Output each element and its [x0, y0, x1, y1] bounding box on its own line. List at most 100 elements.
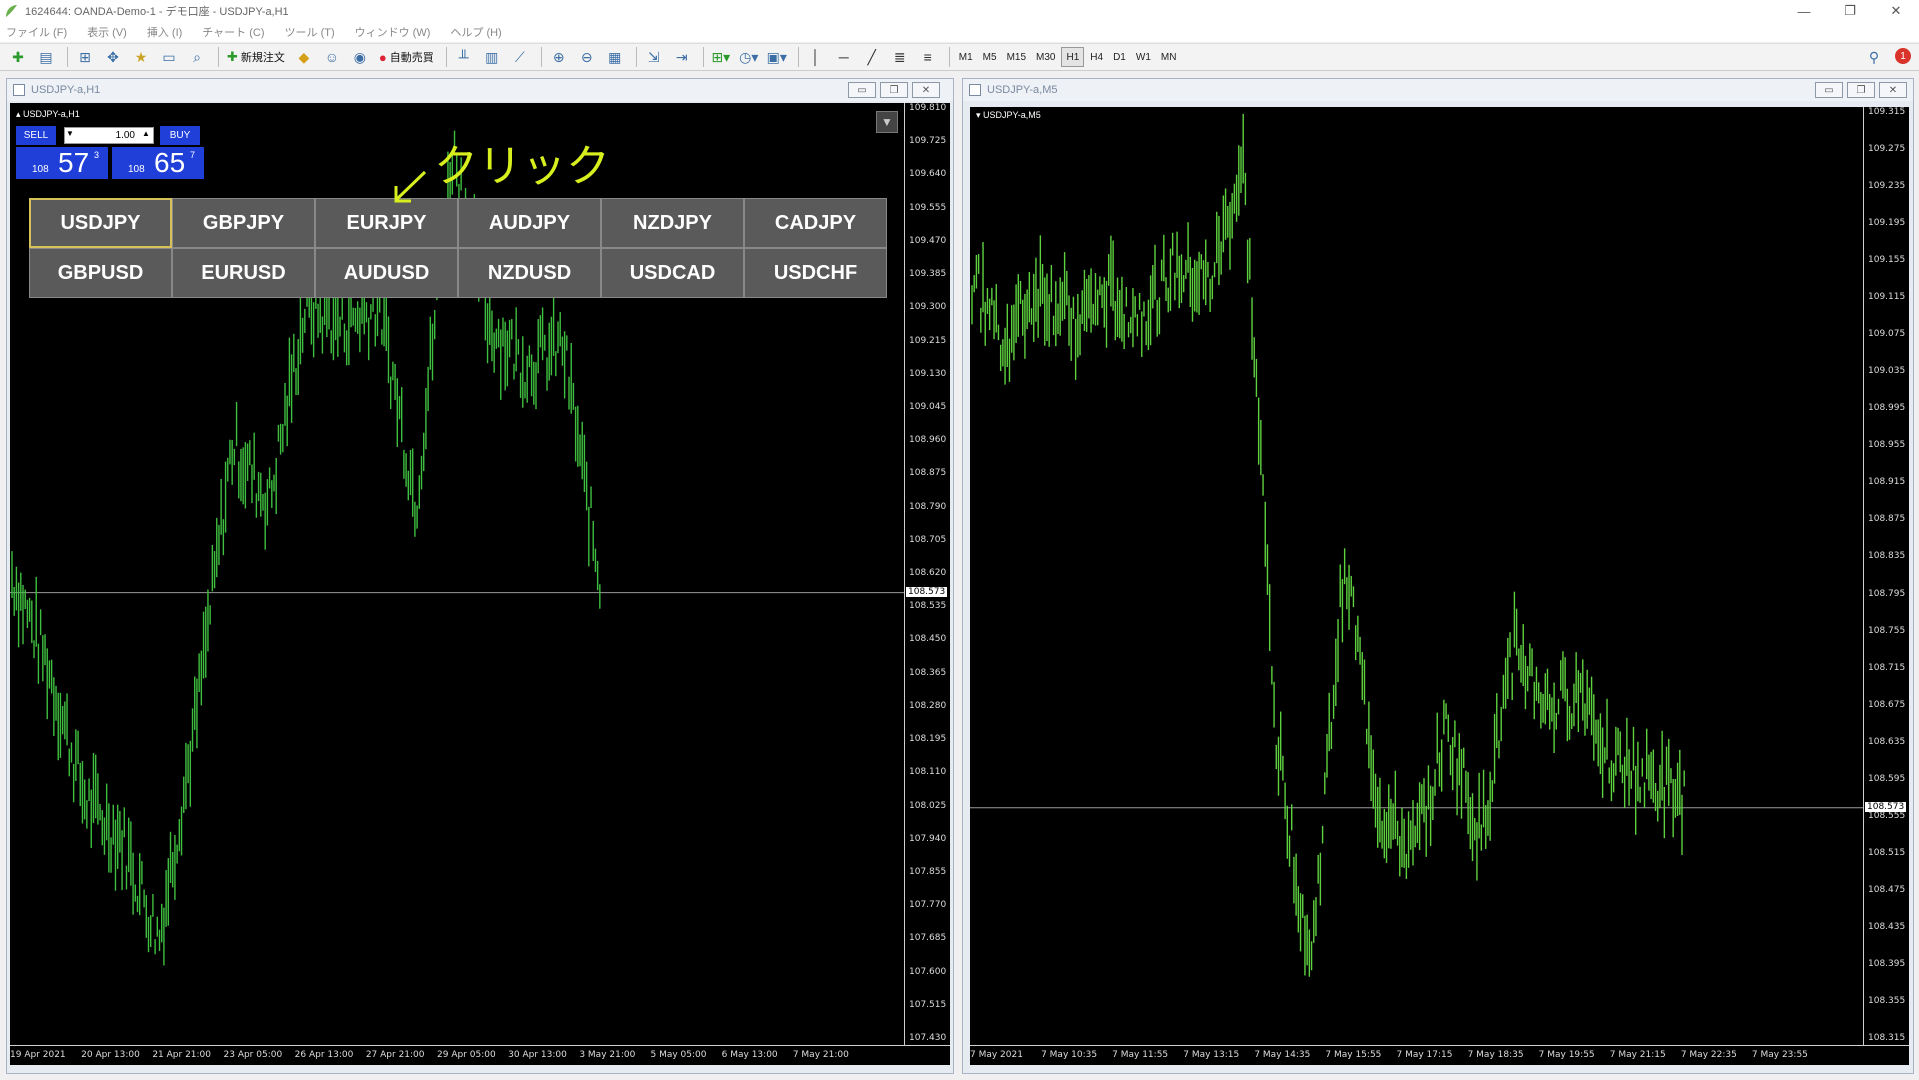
minimize-button[interactable]: — — [1781, 0, 1827, 22]
menu-view[interactable]: 表示 (V) — [87, 24, 127, 40]
market-watch-icon[interactable]: ⊞ — [73, 46, 97, 68]
terminal-icon[interactable]: ▭ — [157, 46, 181, 68]
price-axis-m5[interactable]: 109.315 109.275 109.235 109.195 109.155 109.1… — [1863, 107, 1909, 1045]
price-chart-m5[interactable] — [970, 107, 1863, 1045]
pair-button-nzdusd[interactable]: NZDUSD — [458, 248, 601, 298]
timeframe-m30[interactable]: M30 — [1032, 47, 1059, 67]
toolbar-separator — [540, 47, 542, 67]
metaeditor-icon[interactable]: ◆ — [292, 46, 316, 68]
pair-button-gbpusd[interactable]: GBPUSD — [29, 248, 172, 298]
chart-minimize-button[interactable]: ▭ — [848, 82, 876, 98]
pair-button-usdcad[interactable]: USDCAD — [601, 248, 744, 298]
pair-button-cadjpy[interactable]: CADJPY — [744, 198, 887, 248]
menu-insert[interactable]: 挿入 (I) — [147, 24, 182, 40]
timeframe-m1[interactable]: M1 — [955, 47, 977, 67]
time-axis-m5[interactable]: 7 May 2021 7 May 10:35 7 May 11:55 7 May 13… — [970, 1045, 1909, 1065]
search-icon[interactable]: ⚲ — [1862, 46, 1886, 68]
chart-symbol-label: ▾ USDJPY-a,M5 — [976, 110, 1041, 120]
tester-person-icon[interactable]: ☺ — [320, 46, 344, 68]
tester-icon[interactable]: ⌕ — [185, 46, 209, 68]
price-tick-label: 108.955 — [1868, 440, 1906, 451]
zoom-in-icon[interactable]: ⊕ — [547, 46, 571, 68]
vertical-line-icon[interactable]: │ — [804, 46, 828, 68]
time-tick-label: 19 Apr 2021 — [10, 1050, 66, 1060]
toolbar-separator — [218, 47, 219, 67]
restore-button[interactable]: ❐ — [1827, 0, 1873, 22]
chart-close-button[interactable]: ✕ — [912, 82, 940, 98]
globe-icon[interactable]: ◉ — [348, 46, 372, 68]
fibonacci-icon[interactable]: ≡ — [916, 46, 940, 68]
menu-window[interactable]: ウィンドウ (W) — [355, 24, 431, 40]
auto-trading-icon: ● — [378, 49, 387, 65]
buy-price-box[interactable]: 108 65 7 — [112, 147, 204, 179]
window-title: 1624644: OANDA-Demo-1 - デモ口座 - USDJPY-a,… — [25, 6, 289, 18]
chart-close-button[interactable]: ✕ — [1879, 82, 1907, 98]
timeframe-d1[interactable]: D1 — [1109, 47, 1130, 67]
timeframe-m15[interactable]: M15 — [1003, 47, 1030, 67]
time-tick-label: 7 May 11:55 — [1112, 1050, 1169, 1060]
chart-shift-icon[interactable]: ⇥ — [670, 46, 694, 68]
chart-dropdown-icon[interactable]: ▼ — [876, 111, 898, 133]
timeframe-mn[interactable]: MN — [1157, 47, 1181, 67]
periods-icon[interactable]: ◷▾ — [737, 46, 761, 68]
price-tick-label: 108.110 — [909, 767, 947, 778]
zoom-out-icon[interactable]: ⊖ — [575, 46, 599, 68]
menu-file[interactable]: ファイル (F) — [6, 24, 67, 40]
pair-button-gbpjpy[interactable]: GBPJPY — [172, 198, 315, 248]
notification-badge[interactable]: 1 — [1895, 48, 1911, 64]
chart-restore-button[interactable]: ❐ — [1847, 82, 1875, 98]
templates-icon[interactable]: ▣▾ — [765, 46, 789, 68]
time-axis-h1[interactable]: 19 Apr 2021 20 Apr 13:00 21 Apr 21:00 23 Ap… — [10, 1045, 950, 1065]
price-tick-label: 109.640 — [909, 169, 947, 180]
chart-minimize-button[interactable]: ▭ — [1815, 82, 1843, 98]
pair-button-usdchf[interactable]: USDCHF — [744, 248, 887, 298]
timeframe-w1[interactable]: W1 — [1132, 47, 1155, 67]
horizontal-line-icon[interactable]: ─ — [832, 46, 856, 68]
data-window-icon[interactable]: ★ — [129, 46, 153, 68]
chart-restore-button[interactable]: ❐ — [880, 82, 908, 98]
pair-button-eurjpy[interactable]: EURJPY — [315, 198, 458, 248]
candlestick-icon[interactable]: ▥ — [480, 46, 504, 68]
new-order-button[interactable]: ✚ 新規注文 — [224, 46, 288, 68]
trendline-icon[interactable]: ╱ — [860, 46, 884, 68]
auto-trading-label: 自動売買 — [389, 52, 434, 64]
lot-size-input[interactable]: 1.00 — [64, 127, 154, 144]
new-chart-icon[interactable]: ✚ — [6, 46, 30, 68]
current-price-label: 108.573 — [1865, 801, 1907, 812]
pair-button-eurusd[interactable]: EURUSD — [172, 248, 315, 298]
navigator-icon[interactable]: ✥ — [101, 46, 125, 68]
menu-charts[interactable]: チャート (C) — [202, 24, 264, 40]
close-button[interactable]: ✕ — [1873, 0, 1919, 22]
time-tick-label: 29 Apr 05:00 — [437, 1050, 496, 1060]
timeframe-h4[interactable]: H4 — [1086, 47, 1107, 67]
sell-button[interactable]: SELL — [16, 126, 56, 145]
pair-button-audusd[interactable]: AUDUSD — [315, 248, 458, 298]
pair-button-nzdjpy[interactable]: NZDJPY — [601, 198, 744, 248]
price-axis-h1[interactable]: 109.810 109.725 109.640 109.555 109.470 109.3… — [904, 103, 950, 1045]
timeframe-m5[interactable]: M5 — [979, 47, 1001, 67]
menu-help[interactable]: ヘルプ (H) — [450, 24, 501, 40]
price-tick-label: 108.875 — [1868, 514, 1906, 525]
time-tick-label: 7 May 15:55 — [1325, 1050, 1382, 1060]
channel-icon[interactable]: ≣ — [888, 46, 912, 68]
new-order-icon: ✚ — [227, 49, 238, 64]
price-tick-label: 108.315 — [1868, 1033, 1906, 1043]
tile-icon[interactable]: ▦ — [603, 46, 627, 68]
bar-chart-icon[interactable]: ╨ — [452, 46, 476, 68]
chart-window-icon — [969, 84, 981, 96]
auto-trading-button[interactable]: ● 自動売買 — [376, 46, 437, 68]
currency-pair-panel: USDJPY GBPJPY EURJPY AUDJPY NZDJPY CADJP… — [29, 198, 887, 298]
indicators-icon[interactable]: ⊞▾ — [709, 46, 733, 68]
buy-button[interactable]: BUY — [160, 126, 200, 145]
autoscroll-icon[interactable]: ⇲ — [642, 46, 666, 68]
timeframe-h1[interactable]: H1 — [1061, 47, 1085, 67]
pair-button-audjpy[interactable]: AUDJPY — [458, 198, 601, 248]
lot-increase-icon[interactable]: ▲ — [142, 129, 152, 138]
chart-window-titlebar: USDJPY-a,H1 — [7, 79, 953, 101]
menu-tools[interactable]: ツール (T) — [285, 24, 335, 40]
line-chart-icon[interactable]: ⟋ — [508, 46, 532, 68]
profiles-icon[interactable]: ▤ — [34, 46, 58, 68]
pair-button-usdjpy[interactable]: USDJPY — [29, 198, 172, 248]
sell-price-box[interactable]: 108 57 3 — [16, 147, 108, 179]
lot-decrease-icon[interactable]: ▼ — [66, 129, 76, 138]
